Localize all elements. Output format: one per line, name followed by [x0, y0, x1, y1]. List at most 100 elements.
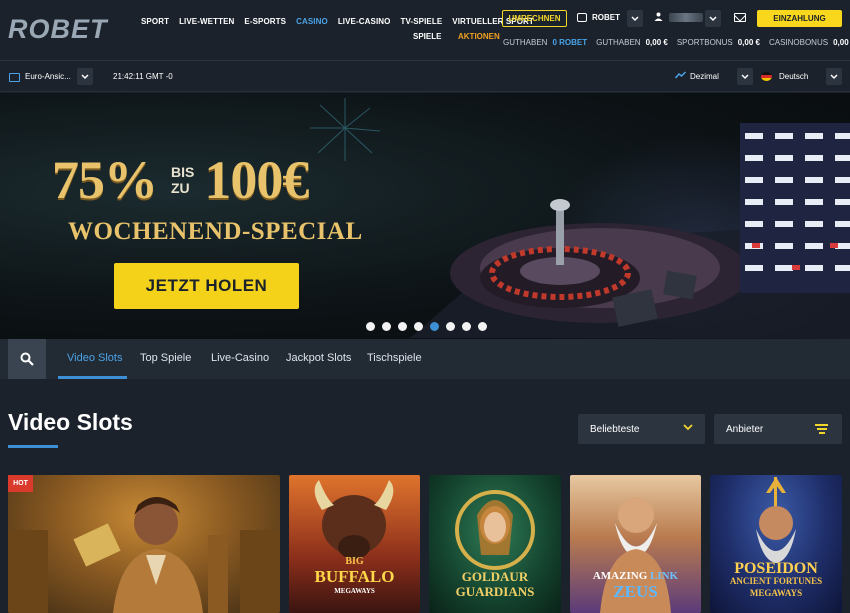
promo-subtitle: WOCHENEND-SPECIAL [68, 218, 363, 245]
game-tile-big-buffalo[interactable]: BIG BUFFALO MEGAWAYS [289, 475, 420, 613]
filter-icon [815, 424, 828, 436]
chevron-down-icon [683, 422, 693, 434]
odds-type-icon [674, 71, 687, 81]
promo-amount: 100€ [204, 150, 309, 210]
category-tabs: Video Slots Top Spiele Live-Casino Jackp… [0, 339, 850, 379]
tab-video-slots[interactable]: Video Slots [67, 352, 122, 364]
umrechnen-button[interactable]: UMRECHNEN [502, 10, 567, 27]
nav-item-live-wetten[interactable]: LIVE-WETTEN [179, 17, 234, 26]
nav-item-casino[interactable]: CASINO [296, 17, 328, 26]
promo-percent: 75% [52, 150, 158, 210]
hot-badge: HOT [8, 475, 33, 492]
tab-top-spiele[interactable]: Top Spiele [140, 352, 191, 364]
balance-bar: GUTHABEN 0 ROBET GUTHABEN 0,00 € SPORTBO… [503, 38, 850, 47]
username-masked [669, 13, 703, 22]
promo-bis: BIS [171, 164, 195, 180]
promo-headline: 75% BIS ZU 100€ [52, 149, 309, 211]
odds-type-dropdown-button[interactable] [737, 68, 753, 85]
game-title-line: MEGAWAYS [749, 588, 803, 598]
game-tile-goldaur-guardians[interactable]: GOLDAUR GUARDIANS [429, 475, 561, 613]
odds-format-icon [9, 73, 20, 82]
slider-dot[interactable] [462, 322, 471, 331]
balance-label: GUTHABEN [503, 38, 548, 47]
provider-filter-label: Anbieter [726, 423, 764, 435]
sportbonus-label: SPORTBONUS [676, 38, 733, 47]
nav-item-aktionen[interactable]: AKTIONEN [458, 32, 500, 41]
chevron-down-icon [709, 15, 717, 21]
mail-icon[interactable] [734, 13, 746, 22]
game-title-line: BUFFALO [314, 567, 395, 586]
nav-item-live-casino[interactable]: LIVE-CASINO [338, 17, 391, 26]
slider-dot[interactable] [414, 322, 423, 331]
slider-dot[interactable] [382, 322, 391, 331]
active-tab-indicator [58, 376, 127, 379]
wallet-icon [577, 13, 587, 22]
odds-format-select[interactable]: Euro-Ansic... [25, 72, 71, 81]
promo-banner[interactable]: 75% BIS ZU 100€ WOCHENEND-SPECIAL JETZT … [0, 93, 850, 339]
settings-bar: Euro-Ansic... 21:42:11 GMT -0 Dezimal De… [0, 62, 850, 92]
game-title-word: LINK [650, 570, 679, 582]
einzahlung-button[interactable]: EINZAHLUNG [757, 10, 842, 27]
odds-format-dropdown-button[interactable] [77, 68, 93, 85]
game-title: AMAZING LINK ZEUS [570, 569, 701, 601]
user-icon[interactable] [654, 12, 663, 24]
top-header: ROBET SPORT LIVE-WETTEN E-SPORTS CASINO … [0, 0, 850, 61]
game-thumbnail-explorer [8, 497, 280, 613]
game-tile-amazing-link-zeus[interactable]: AMAZING LINK ZEUS [570, 475, 701, 613]
nav-item-virtueller-sport-spiele[interactable]: SPIELE [413, 32, 441, 41]
wallet-label: ROBET [592, 13, 620, 22]
game-title-line: ZEUS [613, 582, 658, 601]
slider-dot[interactable] [366, 322, 375, 331]
provider-filter[interactable]: Anbieter [714, 414, 842, 444]
nav-item-e-sports[interactable]: E-SPORTS [244, 17, 286, 26]
chevron-down-icon [631, 15, 639, 21]
main-nav: SPORT LIVE-WETTEN E-SPORTS CASINO LIVE-C… [141, 17, 544, 26]
casino-page: ROBET SPORT LIVE-WETTEN E-SPORTS CASINO … [0, 0, 850, 613]
slider-dot-active[interactable] [430, 322, 439, 331]
language-select[interactable]: Deutsch [779, 72, 808, 81]
promo-zu: ZU [171, 180, 190, 196]
section-title: Video Slots [8, 409, 133, 435]
balance-robet-value: 0 ROBET [552, 38, 588, 47]
game-title: BIG BUFFALO MEGAWAYS [289, 554, 420, 599]
game-title: POSEIDON ANCIENT FORTUNES MEGAWAYS [710, 560, 842, 599]
nav-item-tv-spiele[interactable]: TV-SPIELE [400, 17, 442, 26]
sort-select[interactable]: Beliebteste [578, 414, 705, 444]
logo[interactable]: ROBET [8, 14, 108, 45]
game-title-line: MEGAWAYS [334, 587, 375, 595]
slider-dot[interactable] [478, 322, 487, 331]
casinobonus-label: CASINOBONUS [768, 38, 829, 47]
tab-jackpot-slots[interactable]: Jackpot Slots [286, 352, 351, 364]
odds-type-select[interactable]: Dezimal [690, 72, 719, 81]
search-button[interactable] [8, 339, 46, 379]
casinobonus-value: 0,00 € [833, 38, 850, 47]
game-tile-book-of-ra[interactable] [8, 475, 280, 613]
game-title-line: ANCIENT FORTUNES [729, 576, 823, 586]
balance-label: GUTHABEN [596, 38, 641, 47]
jetzt-holen-button[interactable]: JETZT HOLEN [114, 263, 299, 309]
game-tile-poseidon[interactable]: POSEIDON ANCIENT FORTUNES MEGAWAYS [710, 475, 842, 613]
wallet-dropdown-button[interactable] [627, 10, 643, 27]
wallet-selector[interactable]: ROBET [577, 13, 620, 22]
game-title: GOLDAUR GUARDIANS [429, 569, 561, 599]
slider-dot[interactable] [446, 322, 455, 331]
language-dropdown-button[interactable] [826, 68, 842, 85]
slider-dot[interactable] [398, 322, 407, 331]
promo-bis-zu: BIS ZU [171, 164, 194, 196]
game-title-line: POSEIDON [734, 560, 818, 577]
sort-select-value: Beliebteste [590, 423, 640, 435]
chevron-down-icon [830, 73, 838, 79]
sportbonus-value: 0,00 € [737, 38, 760, 47]
nav-item-sport[interactable]: SPORT [141, 17, 169, 26]
game-title-line: GUARDIANS [455, 584, 535, 599]
account-dropdown-button[interactable] [705, 10, 721, 27]
balance-eur-value: 0,00 € [645, 38, 668, 47]
tab-tischspiele[interactable]: Tischspiele [367, 352, 422, 364]
section-title-underline [8, 445, 58, 448]
tab-live-casino[interactable]: Live-Casino [211, 352, 269, 364]
slider-dots [366, 322, 487, 331]
search-icon [20, 352, 34, 366]
chevron-down-icon [741, 73, 749, 79]
clock: 21:42:11 GMT -0 [113, 72, 173, 81]
chevron-down-icon [81, 73, 89, 79]
